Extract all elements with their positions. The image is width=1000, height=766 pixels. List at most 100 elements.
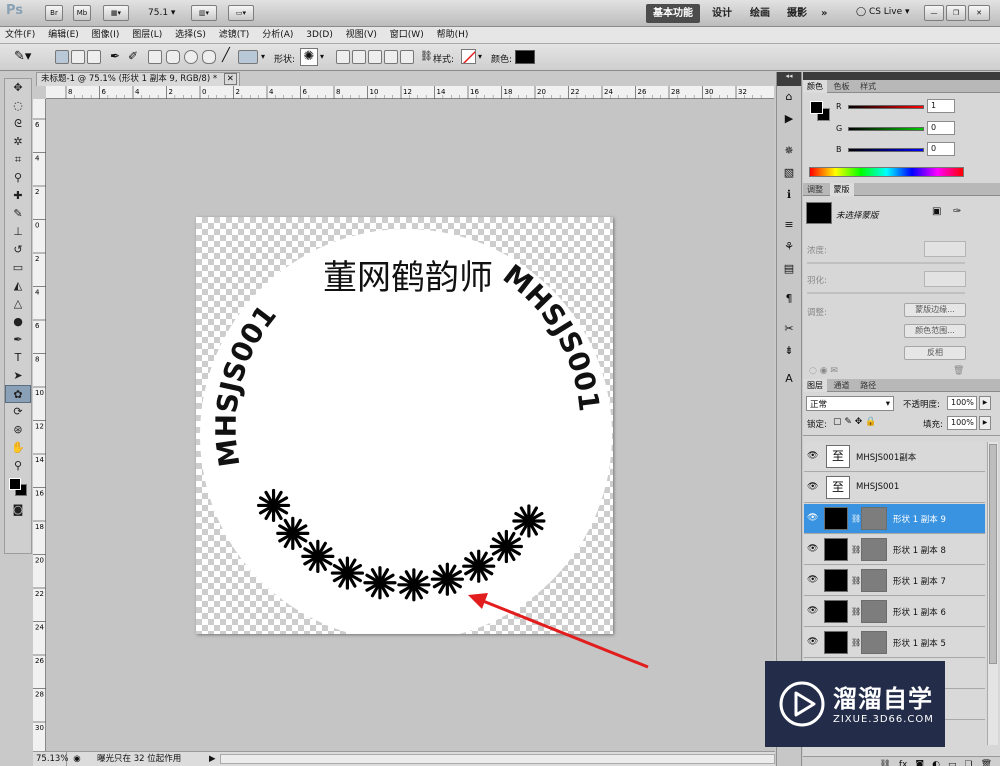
crop-tool-icon[interactable]: ⌗ bbox=[5, 151, 31, 169]
tab-masks[interactable]: 蒙版 bbox=[829, 183, 854, 196]
zoom-tool-icon[interactable]: ⚲ bbox=[5, 457, 31, 475]
marquee-tool-icon[interactable]: ◌ bbox=[5, 97, 31, 115]
layer-row[interactable]: 👁 ⛓ 形状 1 副本 5 bbox=[804, 628, 985, 658]
color-range-button[interactable]: 颜色范围... bbox=[904, 324, 966, 338]
fill-arrow-icon[interactable]: ▶ bbox=[979, 416, 991, 430]
document-tab[interactable]: 未标题-1 @ 75.1% (形状 1 副本 9, RGB/8) * ✕ bbox=[36, 72, 240, 86]
healing-brush-tool-icon[interactable]: ✚ bbox=[5, 187, 31, 205]
menu-file[interactable]: 文件(F) bbox=[0, 27, 40, 43]
tool-preset-picker[interactable]: ✎▾ bbox=[14, 49, 31, 64]
more-workspaces-button[interactable]: » bbox=[814, 4, 834, 23]
tab-styles[interactable]: 样式 bbox=[856, 80, 880, 93]
style-dropdown-icon[interactable]: ▾ bbox=[478, 52, 482, 61]
lock-options-icons[interactable]: ▢ ✎ ✥ 🔒 bbox=[833, 417, 876, 427]
clone-source-panel-icon[interactable]: ⚘ bbox=[777, 236, 801, 258]
workspace-design[interactable]: 设计 bbox=[705, 4, 739, 23]
visibility-eye-icon[interactable]: 👁 bbox=[807, 575, 819, 585]
ellipse-shape-button[interactable] bbox=[184, 50, 198, 64]
menu-image[interactable]: 图像(I) bbox=[87, 27, 125, 43]
zoom-level-select[interactable]: 75.1 ▾ bbox=[148, 8, 175, 18]
history-panel-icon[interactable]: ⌂ bbox=[777, 86, 801, 108]
quick-mask-icon[interactable]: ◙ bbox=[5, 501, 31, 519]
visibility-eye-icon[interactable]: 👁 bbox=[807, 482, 819, 492]
vector-mask-icon[interactable]: ✑ bbox=[953, 206, 961, 217]
layers-scrollbar-thumb[interactable] bbox=[989, 444, 997, 664]
rounded-rectangle-button[interactable] bbox=[166, 50, 180, 64]
style-picker[interactable] bbox=[461, 49, 476, 64]
menu-analysis[interactable]: 分析(A) bbox=[257, 27, 298, 43]
exclude-shape-area-button[interactable] bbox=[400, 50, 414, 64]
fill-input[interactable]: 100% bbox=[947, 416, 977, 430]
opacity-arrow-icon[interactable]: ▶ bbox=[979, 396, 991, 410]
histogram-panel-icon[interactable]: ▧ bbox=[777, 162, 801, 184]
menu-help[interactable]: 帮助(H) bbox=[432, 27, 474, 43]
menu-view[interactable]: 视图(V) bbox=[341, 27, 382, 43]
foreground-color-swatch[interactable] bbox=[9, 478, 21, 490]
link-layers-icon[interactable]: ⛓ bbox=[879, 760, 890, 766]
new-layer-icon[interactable]: ❏ bbox=[964, 760, 972, 766]
dodge-tool-icon[interactable]: ● bbox=[5, 313, 31, 331]
tab-adjustments[interactable]: 调整 bbox=[803, 183, 827, 196]
info-panel-icon[interactable]: ℹ bbox=[777, 184, 801, 206]
add-mask-icon[interactable]: ◙ bbox=[915, 760, 924, 766]
hand-tool-icon[interactable]: ✋ bbox=[5, 439, 31, 457]
paths-mode-button[interactable] bbox=[71, 50, 85, 64]
menu-window[interactable]: 窗口(W) bbox=[385, 27, 429, 43]
subtract-shape-area-button[interactable] bbox=[368, 50, 382, 64]
screen-mode-button[interactable]: ▭▾ bbox=[228, 5, 254, 21]
view-extras-button[interactable]: ▦▾ bbox=[103, 5, 129, 21]
density-input[interactable] bbox=[924, 241, 966, 257]
actions-panel-icon[interactable]: ▶ bbox=[777, 108, 801, 130]
channel-b-value[interactable]: 0 bbox=[927, 142, 955, 156]
color-swatches[interactable] bbox=[5, 475, 31, 501]
visibility-eye-icon[interactable]: 👁 bbox=[807, 606, 819, 616]
pen-tool-icon[interactable]: ✒ bbox=[110, 49, 120, 63]
channel-g-slider[interactable] bbox=[848, 127, 924, 131]
polygon-shape-button[interactable] bbox=[202, 50, 216, 64]
character-panel-icon[interactable]: A bbox=[777, 368, 801, 390]
path-selection-tool-icon[interactable]: ➤ bbox=[5, 367, 31, 385]
tab-layers[interactable]: 图层 bbox=[803, 379, 827, 392]
custom-shape-tool-icon[interactable]: ✿ bbox=[5, 385, 31, 403]
layer-row[interactable]: 👁 ⛓ 形状 1 副本 7 bbox=[804, 566, 985, 596]
layer-row[interactable]: 👁 ⾄ MHSJS001 bbox=[804, 473, 985, 503]
custom-shape-button[interactable] bbox=[238, 50, 258, 64]
delete-mask-icon[interactable]: 🗑 bbox=[953, 366, 964, 376]
type-tool-icon[interactable]: T bbox=[5, 349, 31, 367]
collapse-icon-strip[interactable]: ◂◂ bbox=[777, 72, 801, 86]
history-brush-tool-icon[interactable]: ↺ bbox=[5, 241, 31, 259]
minibridge-button[interactable]: Mb bbox=[73, 5, 91, 21]
visibility-eye-icon[interactable]: 👁 bbox=[807, 513, 819, 523]
adjustment-layer-icon[interactable]: ◐ bbox=[932, 760, 940, 766]
eyedropper-tool-icon[interactable]: ⚲ bbox=[5, 169, 31, 187]
blur-tool-icon[interactable]: △ bbox=[5, 295, 31, 313]
clone-stamp-tool-icon[interactable]: ⊥ bbox=[5, 223, 31, 241]
workspace-photography[interactable]: 摄影 bbox=[780, 4, 814, 23]
freeform-pen-icon[interactable]: ✐ bbox=[128, 49, 138, 63]
paragraph-panel-icon[interactable]: ¶ bbox=[777, 288, 801, 310]
pen-tool-icon-toolbox[interactable]: ✒ bbox=[5, 331, 31, 349]
tab-color[interactable]: 颜色 bbox=[803, 80, 827, 93]
minimize-button[interactable]: — bbox=[924, 5, 944, 21]
bridge-button[interactable]: Br bbox=[45, 5, 63, 21]
close-document-icon[interactable]: ✕ bbox=[223, 73, 237, 85]
menu-3d[interactable]: 3D(D) bbox=[301, 27, 338, 43]
3d-orbit-tool-icon[interactable]: ⊛ bbox=[5, 421, 31, 439]
shape-layers-mode-button[interactable] bbox=[55, 50, 69, 64]
menu-layer[interactable]: 图层(L) bbox=[127, 27, 167, 43]
zoom-readout[interactable]: 75.13% bbox=[33, 752, 68, 766]
3d-rotate-tool-icon[interactable]: ⟳ bbox=[5, 403, 31, 421]
tab-channels[interactable]: 通道 bbox=[830, 379, 854, 392]
color-spectrum-bar[interactable] bbox=[809, 167, 964, 177]
eraser-tool-icon[interactable]: ▭ bbox=[5, 259, 31, 277]
close-button[interactable]: ✕ bbox=[968, 5, 990, 21]
layers-scrollbar[interactable] bbox=[987, 442, 998, 745]
line-tool-icon[interactable]: ╱ bbox=[222, 48, 230, 63]
paint-bucket-tool-icon[interactable]: ◭ bbox=[5, 277, 31, 295]
mask-panel-footer-icons[interactable]: ◌ ◉ ✉ bbox=[809, 366, 838, 376]
visibility-eye-icon[interactable]: 👁 bbox=[807, 544, 819, 554]
feather-input[interactable] bbox=[924, 271, 966, 287]
layer-row-selected[interactable]: 👁 ⛓ 形状 1 副本 9 bbox=[804, 504, 985, 534]
link-style-icon[interactable]: ⛓ bbox=[420, 51, 433, 62]
pixel-mask-icon[interactable]: ▣ bbox=[932, 206, 941, 217]
